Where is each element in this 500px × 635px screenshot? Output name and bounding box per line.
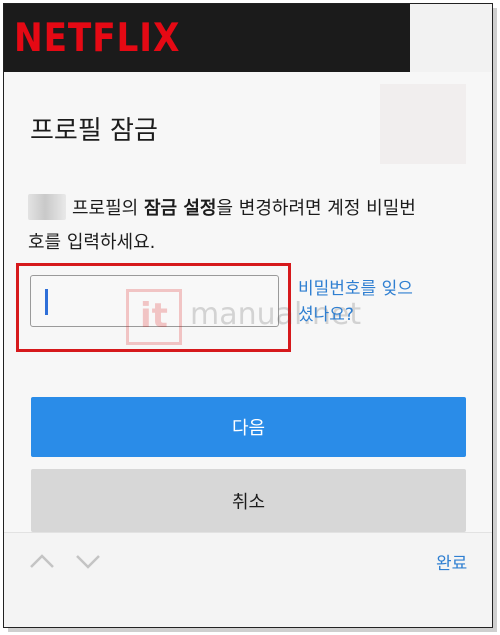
netflix-logo: NETFLIX: [14, 16, 181, 61]
message-bold: 잠금 설정: [143, 198, 217, 219]
chevron-down-icon[interactable]: [74, 549, 102, 573]
done-button[interactable]: 완료: [436, 549, 467, 574]
instruction-text: 프로필의 잠금 설정을 변경하려면 계정 비밀번호를 입력하세요.: [28, 192, 428, 260]
profile-avatar-icon: [28, 194, 66, 220]
input-highlight-box: [16, 263, 291, 352]
app-header: NETFLIX: [4, 4, 410, 72]
cancel-button[interactable]: 취소: [31, 469, 466, 532]
next-button[interactable]: 다음: [31, 397, 466, 457]
message-prefix: 프로필의: [72, 198, 144, 219]
chevron-up-icon[interactable]: [28, 549, 56, 573]
profile-lock-dialog: 프로필 잠금 프로필의 잠금 설정을 변경하려면 계정 비밀번호를 입력하세요.…: [4, 72, 492, 532]
dialog-title: 프로필 잠금: [30, 116, 158, 146]
screenshot-frame: NETFLIX 프로필 잠금 프로필의 잠금 설정을 변경하려면 계정 비밀번호…: [3, 3, 493, 628]
header-right-area: [410, 4, 492, 72]
keyboard-accessory-bar: 완료: [4, 532, 492, 627]
forgot-password-link[interactable]: 비밀번호를 잊으셨나요?: [298, 276, 418, 328]
background-thumbnail: [380, 84, 466, 164]
